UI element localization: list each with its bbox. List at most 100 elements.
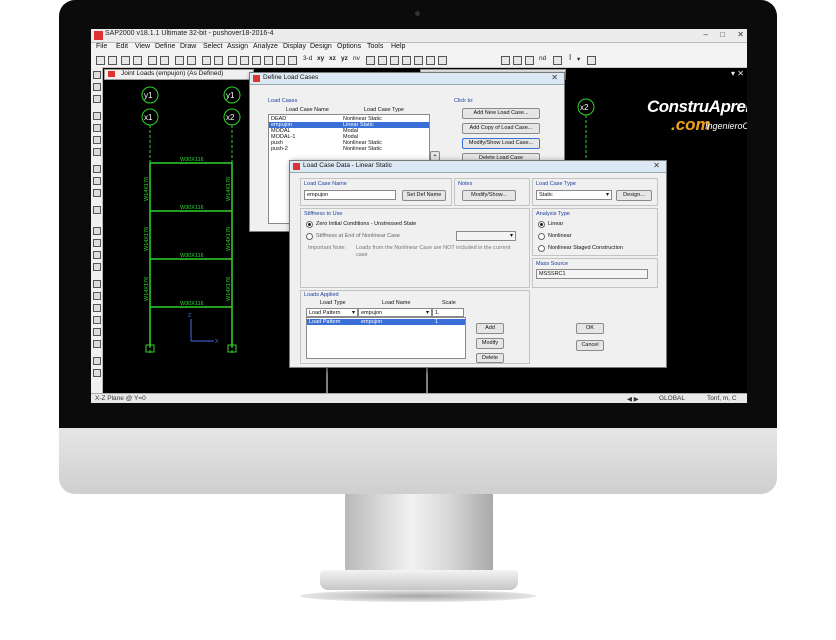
maximize-button[interactable]: □ bbox=[720, 30, 725, 39]
stiffness-end-radio[interactable] bbox=[306, 233, 313, 240]
draw-area-icon[interactable] bbox=[93, 165, 101, 173]
snap-perpendicular-icon[interactable] bbox=[93, 316, 101, 324]
set-def-name-button[interactable]: Set Def Name bbox=[402, 190, 446, 201]
add-load-button[interactable]: Add bbox=[476, 323, 504, 334]
intersecting-line-icon[interactable] bbox=[93, 263, 101, 271]
print-icon[interactable] bbox=[133, 56, 142, 65]
rotate-icon[interactable] bbox=[366, 56, 375, 65]
mass-source-field[interactable]: MSSSRC1 bbox=[536, 269, 648, 279]
shell-icon[interactable] bbox=[513, 56, 522, 65]
draw-frame-icon[interactable] bbox=[93, 112, 101, 120]
menu-display[interactable]: Display bbox=[283, 43, 306, 50]
nd-button[interactable]: nd bbox=[539, 55, 546, 62]
zoom-previous-icon[interactable] bbox=[276, 56, 285, 65]
clear-selection-icon[interactable] bbox=[93, 251, 101, 259]
menu-options[interactable]: Options bbox=[337, 43, 361, 50]
menu-assign[interactable]: Assign bbox=[227, 43, 248, 50]
frame-icon[interactable] bbox=[501, 56, 510, 65]
status-arrows[interactable]: ◀ ▶ bbox=[627, 395, 639, 403]
zoom-extents-icon[interactable] bbox=[240, 56, 249, 65]
deform-icon[interactable] bbox=[553, 56, 562, 65]
zero-initial-radio[interactable] bbox=[306, 221, 313, 228]
reshape-icon[interactable] bbox=[93, 83, 101, 91]
coord-system-dropdown[interactable]: GLOBAL bbox=[659, 395, 685, 402]
dropdown-icon[interactable]: ▾ bbox=[577, 55, 580, 63]
select-previous-icon[interactable] bbox=[93, 239, 101, 247]
view-yz-button[interactable]: yz bbox=[341, 55, 348, 62]
pan-icon[interactable] bbox=[288, 56, 297, 65]
snap-intersection-icon[interactable] bbox=[93, 304, 101, 312]
select-all-icon[interactable] bbox=[93, 227, 101, 235]
menu-help[interactable]: Help bbox=[391, 43, 405, 50]
cancel-button[interactable]: Cancel bbox=[576, 340, 604, 351]
snap-fine-icon[interactable] bbox=[93, 357, 101, 365]
menu-tools[interactable]: Tools bbox=[367, 43, 383, 50]
draw-brace-icon[interactable] bbox=[93, 136, 101, 144]
loads-applied-table[interactable]: Load Pattern empujon 1 bbox=[306, 317, 466, 359]
nonlinear-radio[interactable] bbox=[538, 233, 545, 240]
table-row[interactable]: Load Pattern empujon 1 bbox=[307, 319, 465, 325]
load-name-select[interactable]: empujon bbox=[358, 308, 432, 317]
view-3d-button[interactable]: 3-d bbox=[303, 55, 312, 62]
quick-area-icon[interactable] bbox=[93, 189, 101, 197]
up-icon[interactable] bbox=[378, 56, 387, 65]
menu-view[interactable]: View bbox=[135, 43, 150, 50]
load-case-name-input[interactable]: empujon bbox=[304, 190, 396, 200]
menu-design[interactable]: Design bbox=[310, 43, 332, 50]
view-xz-button[interactable]: xz bbox=[329, 55, 336, 62]
link-icon[interactable] bbox=[525, 56, 534, 65]
arrow-down-icon[interactable] bbox=[402, 56, 411, 65]
down-icon[interactable] bbox=[390, 56, 399, 65]
dialog-close-icon[interactable]: ✕ bbox=[653, 161, 660, 170]
design-button[interactable]: Design... bbox=[616, 190, 652, 201]
snap-grid-icon[interactable] bbox=[93, 340, 101, 348]
zoom-window-icon[interactable] bbox=[228, 56, 237, 65]
units-dropdown[interactable]: Tonf, m, C bbox=[707, 395, 737, 402]
minimize-button[interactable]: – bbox=[704, 30, 708, 39]
staged-construction-radio[interactable] bbox=[538, 245, 545, 252]
snap-lines-icon[interactable] bbox=[93, 328, 101, 336]
grid-icon[interactable] bbox=[438, 56, 447, 65]
select-icon[interactable] bbox=[426, 56, 435, 65]
zoom-out-icon[interactable] bbox=[264, 56, 273, 65]
lock-icon[interactable] bbox=[187, 56, 196, 65]
redo-icon[interactable] bbox=[160, 56, 169, 65]
run-icon[interactable] bbox=[202, 56, 211, 65]
close-button[interactable]: ✕ bbox=[737, 30, 744, 39]
nonlinear-case-select[interactable] bbox=[456, 231, 516, 241]
linear-radio[interactable] bbox=[538, 221, 545, 228]
pointer-icon[interactable] bbox=[93, 71, 101, 79]
delete-load-button[interactable]: Delete bbox=[476, 353, 504, 363]
add-new-load-case-button[interactable]: Add New Load Case... bbox=[462, 108, 540, 119]
view-nv-button[interactable]: nv bbox=[353, 55, 360, 62]
load-case-type-select[interactable]: Static bbox=[536, 190, 612, 200]
table-icon[interactable] bbox=[587, 56, 596, 65]
add-copy-load-case-button[interactable]: Add Copy of Load Case... bbox=[462, 123, 540, 134]
open-file-icon[interactable] bbox=[108, 56, 117, 65]
menu-analyze[interactable]: Analyze bbox=[253, 43, 278, 50]
ok-button[interactable]: OK bbox=[576, 323, 604, 334]
scale-input[interactable]: 1. bbox=[432, 308, 464, 317]
modify-load-button[interactable]: Modify bbox=[476, 338, 504, 349]
quick-frame-icon[interactable] bbox=[93, 124, 101, 132]
menu-draw[interactable]: Draw bbox=[180, 43, 196, 50]
draw-solid-icon[interactable] bbox=[93, 206, 101, 214]
snap-midpoint-icon[interactable] bbox=[93, 292, 101, 300]
snap-joint-icon[interactable] bbox=[93, 280, 101, 288]
view-close-icon[interactable]: ▾ ✕ bbox=[731, 69, 744, 78]
menu-select[interactable]: Select bbox=[203, 43, 222, 50]
new-file-icon[interactable] bbox=[96, 56, 105, 65]
refresh-icon[interactable] bbox=[175, 56, 184, 65]
menu-edit[interactable]: Edit bbox=[116, 43, 128, 50]
display-icon[interactable] bbox=[414, 56, 423, 65]
load-type-select[interactable]: Load Pattern bbox=[306, 308, 358, 317]
list-item[interactable]: push-2 Nonlinear Static bbox=[269, 146, 429, 152]
draw-secondary-icon[interactable] bbox=[93, 148, 101, 156]
dialog-titlebar[interactable]: Define Load Cases ✕ bbox=[250, 73, 564, 85]
dialog-titlebar[interactable]: Load Case Data - Linear Static ✕ bbox=[290, 161, 666, 173]
display-i-button[interactable]: I bbox=[569, 53, 571, 62]
dialog-close-icon[interactable]: ✕ bbox=[551, 73, 558, 82]
draw-rect-area-icon[interactable] bbox=[93, 177, 101, 185]
save-icon[interactable] bbox=[121, 56, 130, 65]
undo-icon[interactable] bbox=[148, 56, 157, 65]
